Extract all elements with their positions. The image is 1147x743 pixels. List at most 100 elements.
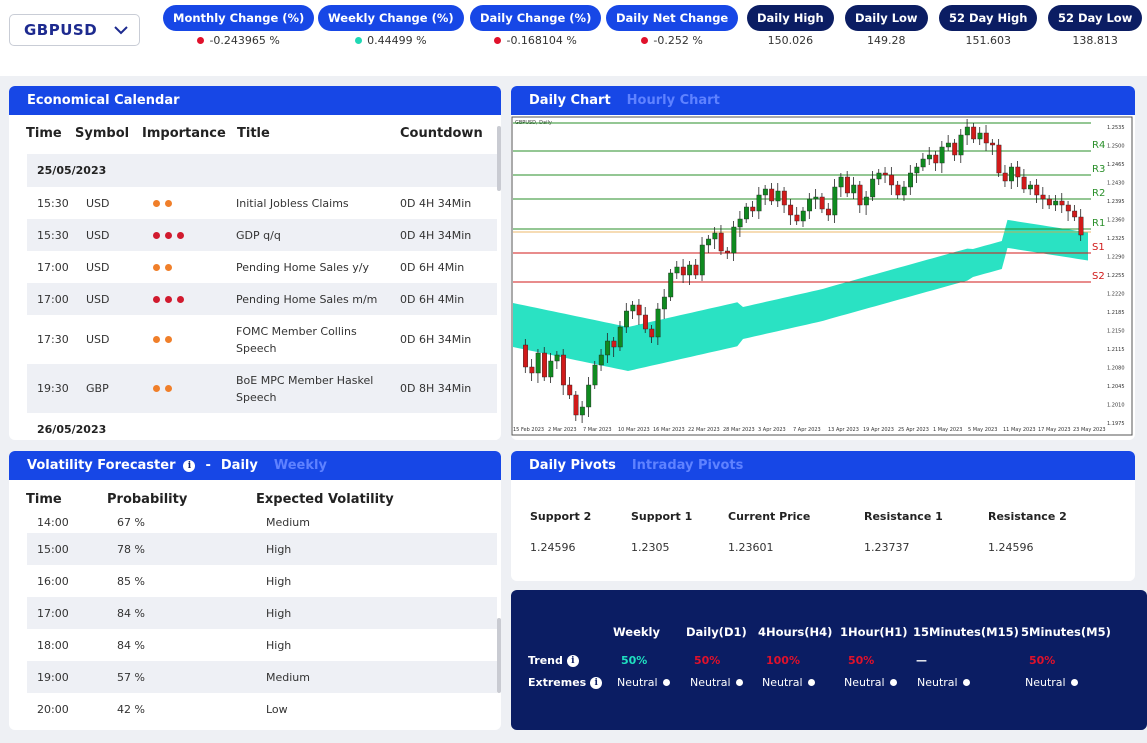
price-tick-label: 1.2220 <box>1107 292 1125 298</box>
info-icon[interactable]: i <box>590 676 603 689</box>
tab-daily-chart[interactable]: Daily Chart <box>529 93 611 108</box>
candle-body <box>990 142 996 146</box>
candle-body <box>523 344 529 368</box>
info-icon[interactable]: i <box>566 654 579 667</box>
pivot-label-current: Current Price <box>728 510 811 523</box>
cell-probability: 85 % <box>117 574 145 588</box>
trend-value: 50% <box>848 654 875 667</box>
extreme-text: Neutral <box>690 676 731 689</box>
tab-daily[interactable]: Daily <box>221 458 258 473</box>
extreme-text: Neutral <box>762 676 803 689</box>
extreme-value: Neutral <box>917 676 970 689</box>
price-chart[interactable]: GBPUSD, DailyR4R3R2R1S1S21.25351.25001.2… <box>511 115 1135 440</box>
candle-body <box>1034 184 1040 196</box>
tab-hourly-chart[interactable]: Hourly Chart <box>627 93 720 108</box>
table-row[interactable]: 17:00 USD Pending Home Sales y/y 0D 6H 4Min <box>27 251 497 283</box>
trend-value: 50% <box>1029 654 1056 667</box>
volatility-panel: Volatility Forecaster i - Daily Weekly T… <box>9 451 501 730</box>
table-row[interactable]: 17:00 USD Pending Home Sales m/m 0D 6H 4Min <box>27 283 497 315</box>
pivot-value-resistance-1: 1.23737 <box>864 541 910 554</box>
candle-body <box>762 188 768 196</box>
table-row[interactable]: 19:00 57 % Medium <box>27 661 497 693</box>
trend-value: 50% <box>694 654 721 667</box>
info-icon[interactable]: i <box>183 459 196 472</box>
date-tick-label: 25 Apr 2023 <box>898 427 929 433</box>
extreme-text: Neutral <box>917 676 958 689</box>
chart-tabs: Daily Chart Hourly Chart <box>511 86 1135 115</box>
cell-probability: 42 % <box>117 702 145 716</box>
date-tick-label: 15 Feb 2023 <box>513 427 544 433</box>
tab-weekly[interactable]: Weekly <box>274 458 327 473</box>
price-tick-label: 1.2290 <box>1107 255 1125 261</box>
calendar-scrollbar[interactable] <box>497 126 501 191</box>
tab-daily-pivots[interactable]: Daily Pivots <box>529 458 616 473</box>
table-row[interactable]: 14:00 67 % Medium <box>27 511 497 533</box>
table-row[interactable]: 15:30 USD GDP q/q 0D 4H 34Min <box>27 219 497 251</box>
candle-body <box>756 194 762 212</box>
pivot-label-resistance-1: Resistance 1 <box>864 510 943 523</box>
candle-body <box>870 178 876 198</box>
pivot-value-support-2: 1.24596 <box>530 541 576 554</box>
candle-body <box>1078 216 1084 236</box>
stat-2: Daily Change (%) -0.168104 % <box>470 5 602 47</box>
candle-body <box>838 176 844 188</box>
neutral-dot-icon <box>807 679 815 686</box>
volatility-title: Volatility Forecaster <box>27 458 176 473</box>
trend-label: Trend i <box>528 654 579 667</box>
table-row[interactable]: 15:30 USD Initial Jobless Claims 0D 4H 34Mi… <box>27 187 497 219</box>
stat-label: Daily Low <box>845 5 928 31</box>
symbol-value: GBPUSD <box>24 21 98 39</box>
volatility-scrollbar[interactable] <box>497 618 501 693</box>
col-symbol: Symbol <box>75 125 130 141</box>
calendar-date-row: 26/05/2023 <box>27 413 497 440</box>
stat-3: Daily Net Change -0.252 % <box>606 5 739 47</box>
candle-body <box>649 328 655 338</box>
candle-body <box>908 172 913 188</box>
date-tick-label: 1 May 2023 <box>933 427 962 433</box>
table-row[interactable]: 18:00 84 % High <box>27 629 497 661</box>
pivot-level-label: S2 <box>1092 271 1105 282</box>
cell-expected: Low <box>266 702 288 716</box>
col-time: Time <box>26 125 62 141</box>
price-tick-label: 1.2500 <box>1107 144 1125 150</box>
price-tick-label: 1.2010 <box>1107 403 1125 409</box>
candle-body <box>794 214 800 222</box>
date-tick-label: 17 May 2023 <box>1038 427 1071 433</box>
importance-dot-icon <box>165 263 172 271</box>
table-row[interactable]: 17:30 USD FOMC Member Collins Speech 0D 6H … <box>27 315 497 364</box>
candle-body <box>687 264 693 276</box>
cell-time: 17:00 <box>37 260 69 274</box>
pivot-value-support-1: 1.2305 <box>631 541 670 554</box>
cell-time: 19:30 <box>37 382 69 395</box>
calendar-header: Economical Calendar <box>9 86 501 115</box>
importance-dot-icon <box>165 385 172 392</box>
candle-body <box>725 250 730 254</box>
candle-body <box>927 154 932 160</box>
table-row[interactable]: 16:00 85 % High <box>27 565 497 597</box>
calendar-column-headers: Time Symbol Importance Title Countdown <box>9 115 501 151</box>
candle-body <box>586 384 592 408</box>
table-row[interactable]: 20:00 42 % Low <box>27 693 497 725</box>
volatility-header: Volatility Forecaster i - Daily Weekly <box>9 451 501 480</box>
table-row[interactable]: 19:30 GBP BoE MPC Member Haskel Speech 0D 8… <box>27 364 497 413</box>
stat-value-container: 149.28 <box>867 34 906 47</box>
candle-body <box>920 158 926 168</box>
table-row[interactable]: 15:00 78 % High <box>27 533 497 565</box>
chevron-down-icon <box>114 26 128 35</box>
candle-body <box>718 232 724 252</box>
stat-value-container: -0.243965 % <box>197 34 280 47</box>
chart-frame <box>511 116 1133 436</box>
cell-time: 20:00 <box>37 702 69 716</box>
candle-body <box>769 188 775 202</box>
cell-probability: 84 % <box>117 638 145 652</box>
tab-intraday-pivots[interactable]: Intraday Pivots <box>632 458 744 473</box>
candle-body <box>598 354 604 366</box>
neutral-dot-icon <box>889 679 897 686</box>
stat-value: 138.813 <box>1072 34 1118 47</box>
price-tick-label: 1.2115 <box>1107 347 1125 353</box>
cell-probability: 84 % <box>117 606 145 620</box>
symbol-select[interactable]: GBPUSD <box>9 14 140 46</box>
pivots-panel: Daily Pivots Intraday Pivots Support 2 S… <box>511 451 1135 581</box>
table-row[interactable]: 17:00 84 % High <box>27 597 497 629</box>
neutral-dot-icon <box>962 679 970 686</box>
